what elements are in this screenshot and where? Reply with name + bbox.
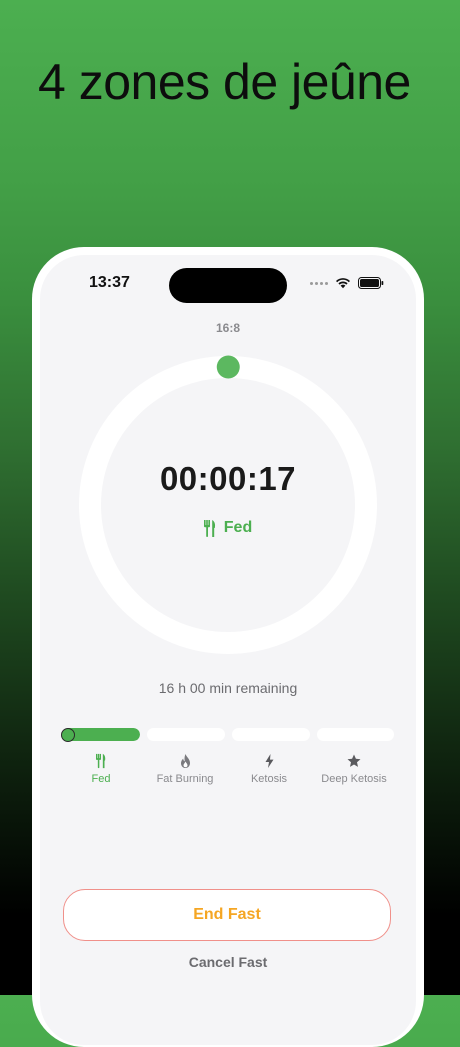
zone-item-fat-burning[interactable]: Fat Burning [141, 753, 229, 785]
dynamic-island [169, 268, 287, 303]
progress-ring-track [79, 356, 377, 654]
zone-item-ketosis[interactable]: Ketosis [225, 753, 313, 785]
zone-progress-bars [61, 727, 394, 742]
wifi-icon [336, 278, 350, 289]
zone-progress-knob [61, 727, 75, 742]
fasting-plan-label: 16:8 [215, 321, 241, 335]
zone-label: Fat Burning [156, 773, 214, 785]
zone-item-deep-ketosis[interactable]: Deep Ketosis [310, 753, 398, 785]
current-zone: Fed [40, 519, 416, 537]
zone-bar-ketosis [232, 728, 310, 741]
zone-item-fed[interactable]: Fed [57, 753, 145, 785]
remaining-time: 16 h 00 min remaining [158, 680, 298, 696]
progress-ring [79, 355, 377, 654]
fork-knife-icon [203, 519, 215, 537]
elapsed-timer: 00:00:17 [159, 460, 297, 497]
status-icons [310, 277, 384, 289]
cancel-fast-button[interactable]: Cancel Fast [40, 954, 416, 970]
headline: 4 zones de jeûne [38, 54, 411, 110]
zone-bar-fat-burning [147, 728, 225, 741]
zone-label: Fed [91, 773, 111, 785]
lightning-icon [265, 754, 273, 768]
star-icon [347, 754, 361, 767]
zone-label: Ketosis [250, 773, 288, 785]
fork-knife-icon [96, 753, 106, 769]
flame-icon [180, 754, 190, 768]
current-zone-label: Fed [223, 519, 253, 536]
battery-icon [358, 277, 384, 289]
status-time: 13:37 [89, 274, 130, 291]
signal-dots-icon [310, 281, 328, 285]
zone-bar-deep-ketosis [317, 728, 394, 741]
progress-ring-knob [216, 355, 240, 379]
zone-label: Deep Ketosis [321, 773, 387, 785]
end-fast-button[interactable]: End Fast [63, 889, 391, 941]
app-screen: 13:37 16:8 00:00:17 Fed 16 h 00 min rema… [40, 255, 416, 1045]
